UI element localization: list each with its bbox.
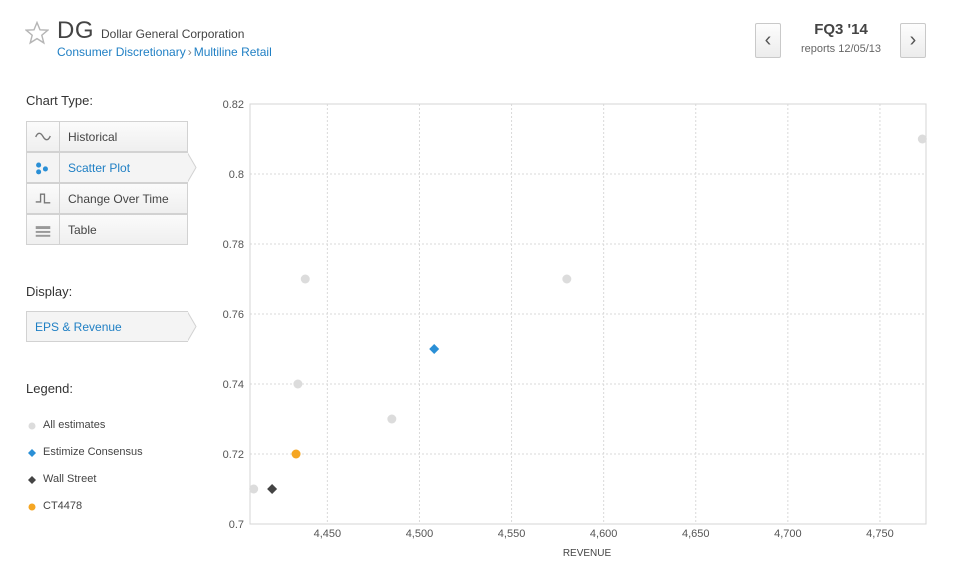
- x-axis: 4,450 4,500 4,550 4,600 4,650 4,700 4,750: [314, 528, 894, 540]
- x-tick-label: 4,700: [774, 528, 802, 540]
- x-tick-label: 4,550: [498, 528, 526, 540]
- point-estimize-consensus[interactable]: [429, 344, 440, 354]
- x-tick-label: 4,450: [314, 528, 342, 540]
- x-axis-title: REVENUE: [563, 548, 612, 559]
- y-tick-label: 0.72: [223, 449, 244, 461]
- y-tick-label: 0.74: [223, 379, 244, 391]
- point-all-estimates[interactable]: [387, 414, 397, 424]
- x-tick-label: 4,600: [590, 528, 618, 540]
- y-tick-label: 0.7: [229, 519, 244, 531]
- x-tick-label: 4,650: [682, 528, 710, 540]
- chart-grid: [250, 104, 926, 524]
- point-all-estimates[interactable]: [917, 134, 927, 144]
- point-wall-street[interactable]: [267, 484, 278, 494]
- point-all-estimates[interactable]: [562, 274, 572, 284]
- point-ct4478[interactable]: [291, 449, 301, 459]
- y-tick-label: 0.8: [229, 169, 244, 181]
- point-all-estimates[interactable]: [300, 274, 310, 284]
- scatter-chart: 0.7 0.72 0.74 0.76 0.78 0.8 0.82 4,450 4,500 4,5…: [223, 99, 927, 559]
- x-tick-label: 4,500: [406, 528, 434, 540]
- x-tick-label: 4,750: [866, 528, 894, 540]
- y-tick-label: 0.82: [223, 99, 244, 111]
- y-axis: 0.7 0.72 0.74 0.76 0.78 0.8 0.82: [223, 99, 244, 531]
- y-tick-label: 0.76: [223, 309, 244, 321]
- point-all-estimates[interactable]: [249, 484, 259, 494]
- y-tick-label: 0.78: [223, 239, 244, 251]
- point-all-estimates[interactable]: [293, 379, 303, 389]
